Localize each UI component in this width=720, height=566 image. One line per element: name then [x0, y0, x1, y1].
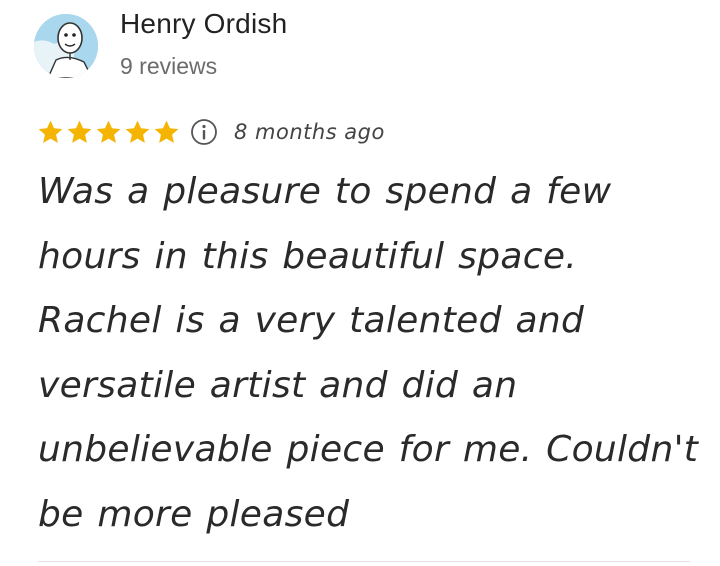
avatar-image [34, 14, 98, 78]
star-icon [67, 120, 92, 143]
info-icon[interactable] [190, 118, 218, 146]
avatar[interactable] [34, 14, 98, 78]
divider [38, 561, 690, 562]
review-time: 8 months ago [234, 120, 385, 144]
star-rating [36, 118, 181, 147]
star-icon [96, 120, 121, 143]
review-card: Henry Ordish 9 reviews 8 months ago Was … [0, 0, 720, 566]
author-name[interactable]: Henry Ordish [120, 8, 287, 40]
star-icon [125, 120, 150, 143]
star-icon [154, 120, 179, 143]
review-count: 9 reviews [120, 53, 218, 79]
rating-row: 8 months ago [36, 114, 385, 150]
star-icon [38, 120, 63, 143]
review-text: Was a pleasure to spend a few hours in t… [38, 171, 699, 535]
